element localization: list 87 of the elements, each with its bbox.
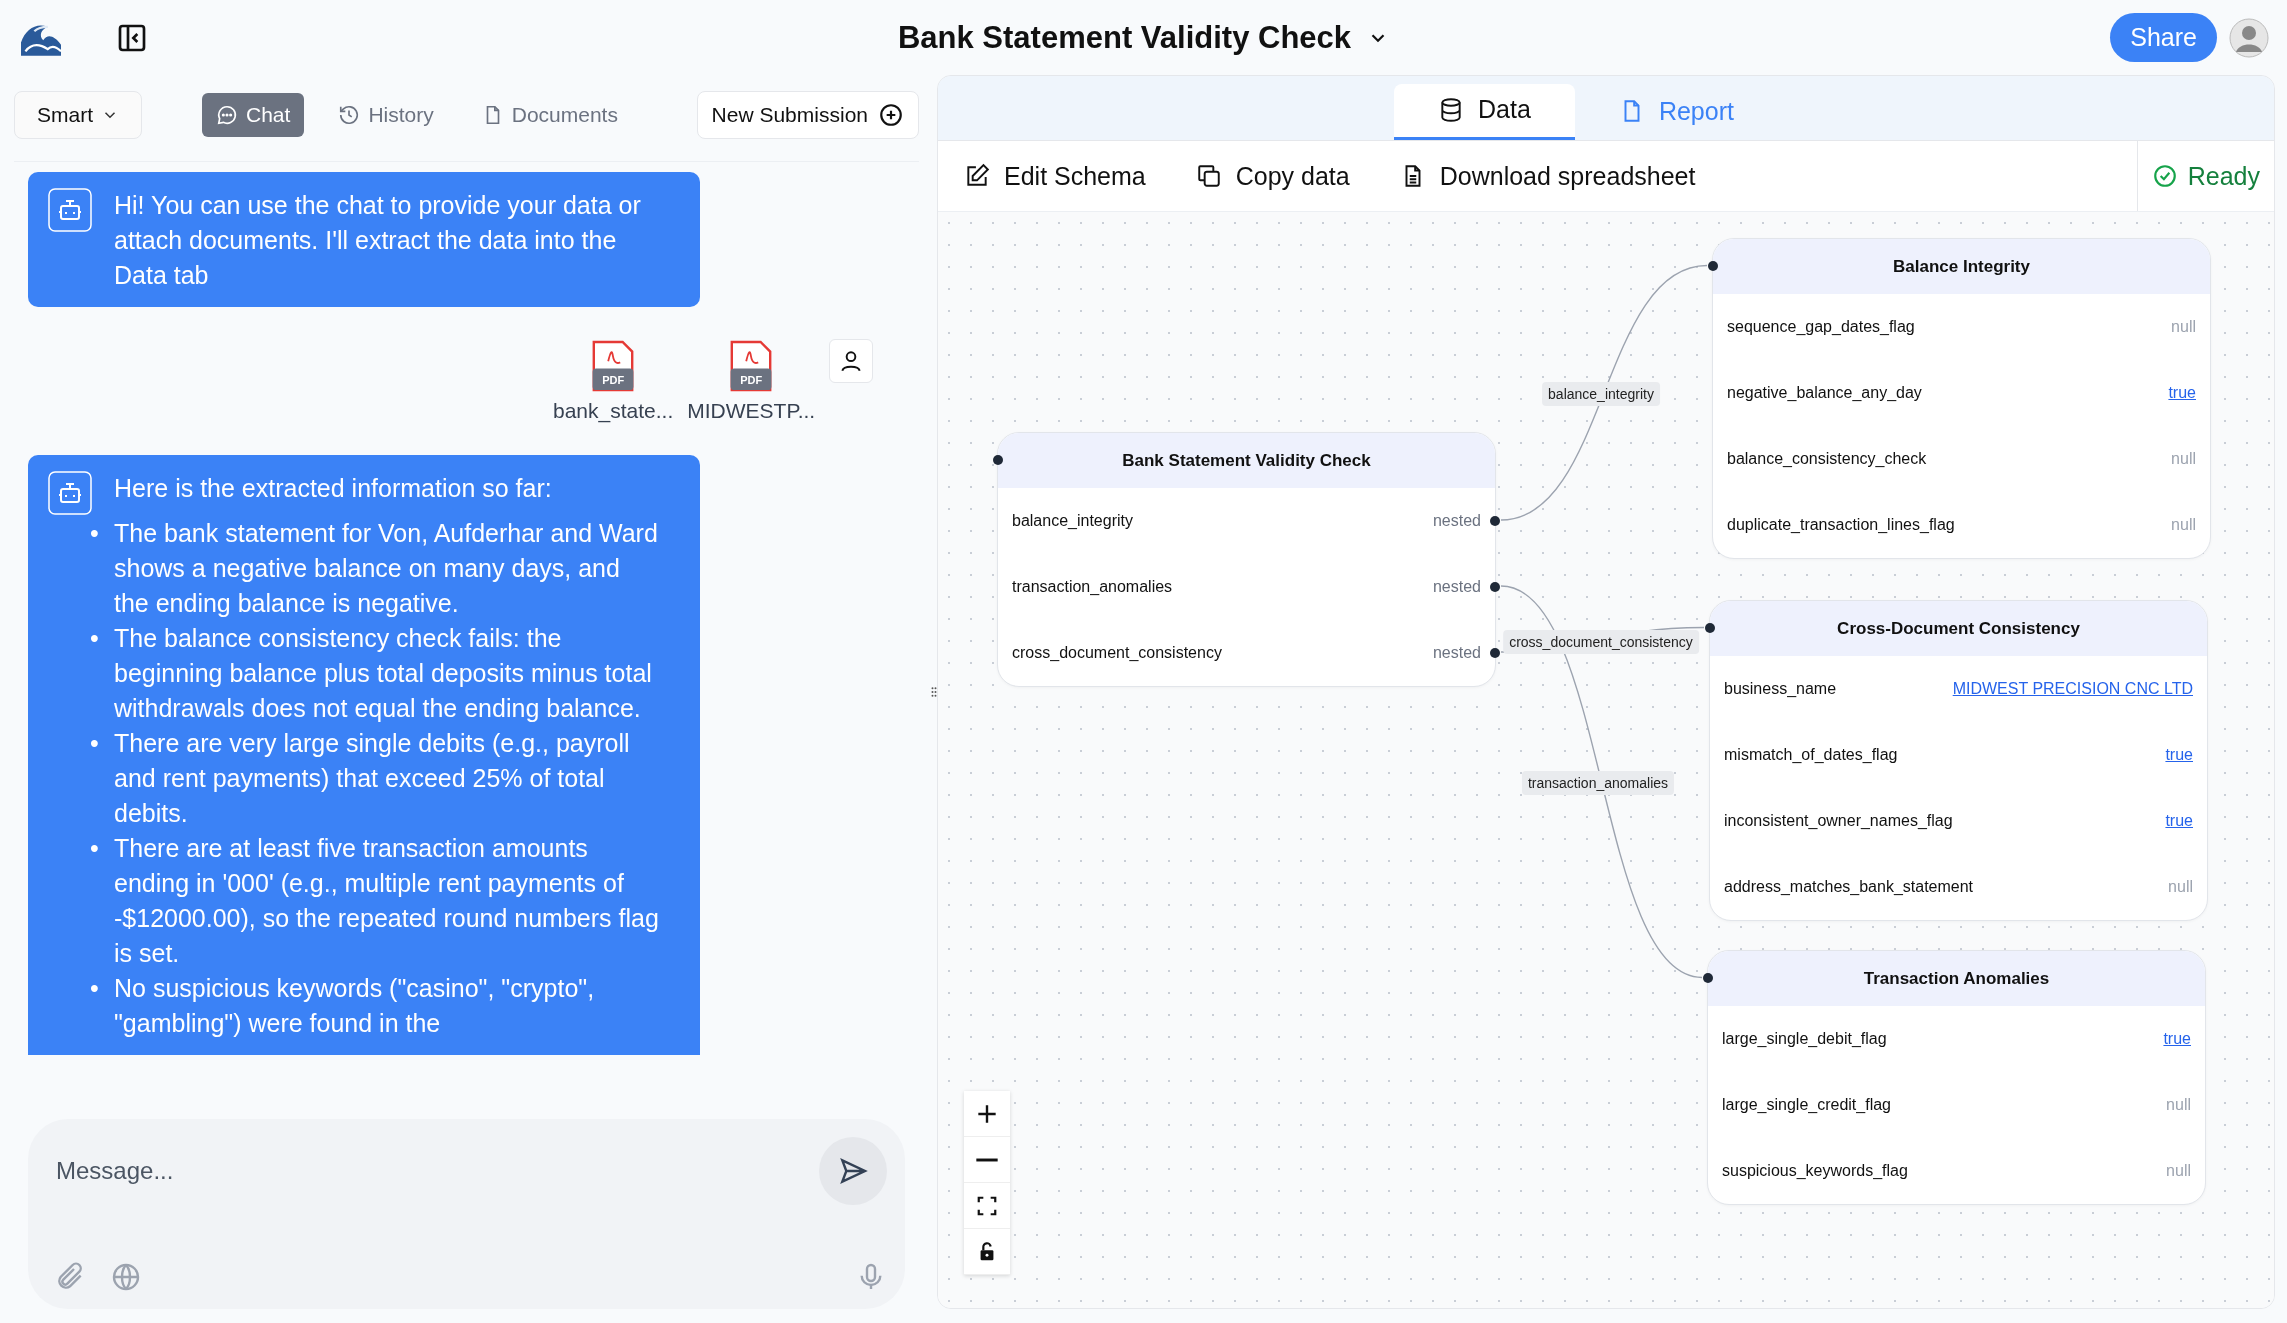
edge-label: cross_document_consistency (1503, 630, 1699, 654)
robot-icon (48, 471, 92, 515)
file-name[interactable]: MIDWESTP... (687, 399, 816, 423)
field-value[interactable]: true (2165, 746, 2193, 764)
port-dot[interactable] (1708, 261, 1718, 271)
share-button[interactable]: Share (2110, 13, 2217, 62)
page-title: Bank Statement Validity Check (897, 19, 1352, 56)
bullet-marker: • (90, 728, 98, 759)
field-name: suspicious_keywords_flag (1722, 1162, 1908, 1180)
lock-button[interactable] (964, 1229, 1010, 1275)
send-icon (837, 1155, 869, 1187)
fit-view-button[interactable] (964, 1183, 1010, 1229)
node-title: Bank Statement Validity Check (998, 433, 1495, 488)
port-dot[interactable] (1703, 973, 1713, 983)
field-name: business_name (1724, 680, 1837, 698)
field-name: mismatch_of_dates_flag (1724, 746, 1898, 764)
field-value[interactable]: true (2168, 384, 2196, 402)
mode-dropdown[interactable]: Smart (14, 91, 142, 139)
port-dot[interactable] (1490, 648, 1500, 658)
field-value: null (2168, 878, 2193, 896)
port-dot[interactable] (1490, 582, 1500, 592)
field-value: null (2171, 516, 2196, 534)
chat-panel-tab[interactable]: History (324, 93, 448, 137)
port-dot[interactable] (1705, 623, 1715, 633)
node-title: Transaction Anomalies (1708, 951, 2205, 1006)
new-submission-button[interactable]: New Submission (696, 91, 919, 139)
message-field[interactable]: Message... (54, 1156, 819, 1186)
bullet-item: There are at least five transaction amounts ending in '000' (e.g., multiple rent payments of -$12000.00), so the repeated round numbers flag is set. (114, 833, 660, 969)
field-value: nested (1432, 644, 1481, 662)
minus-icon (975, 1157, 999, 1162)
field-name: large_single_debit_flag (1722, 1030, 1887, 1048)
avatar-icon[interactable] (2229, 17, 2269, 58)
bullet-item: The balance consistency check fails: the beginning balance plus total deposits minus total withdrawals does not equal the ending balance. (114, 623, 653, 724)
check-circle-icon (2151, 163, 2178, 189)
field-name: address_matches_bank_statement (1724, 878, 1974, 896)
bullet-marker: • (90, 973, 98, 1004)
edge-label: balance_integrity (1542, 382, 1660, 406)
field-name: balance_consistency_check (1727, 450, 1927, 468)
zoom-in-button[interactable] (964, 1091, 1010, 1137)
drag-handle-icon[interactable] (931, 684, 937, 700)
field-name: sequence_gap_dates_flag (1727, 318, 1915, 336)
field-value: null (2166, 1096, 2191, 1114)
fit-view-icon (976, 1194, 998, 1217)
bullet-marker: • (90, 518, 98, 549)
zoom-out-button[interactable] (964, 1137, 1010, 1183)
node-title: Cross-Document Consistency (1710, 601, 2207, 656)
bullet-marker: • (90, 623, 98, 654)
plus-circle-icon (878, 102, 904, 128)
field-name: cross_document_consistency (1012, 644, 1222, 662)
toolbar-action[interactable]: Edit Schema (964, 161, 1146, 191)
file-name[interactable]: bank_state... (553, 399, 674, 423)
toolbar-action[interactable]: Download spreadsheet (1399, 161, 1696, 191)
toolbar-action[interactable]: Copy data (1195, 161, 1350, 191)
chat-panel-tab[interactable]: Chat (202, 93, 305, 137)
edge-label: transaction_anomalies (1521, 771, 1675, 795)
field-value[interactable]: true (2165, 812, 2193, 830)
field-value: null (2171, 318, 2196, 336)
port-dot[interactable] (993, 455, 1003, 465)
bullet-item: The bank statement for Von, Aufderhar and Ward shows a negative balance on many days, and the ending balance is negative. (114, 518, 659, 619)
field-value: null (2166, 1162, 2191, 1180)
message-text: Hi! You can use the chat to provide your data or attach documents. I'll extract the data into the Data tab (114, 190, 642, 291)
field-name: balance_integrity (1012, 512, 1133, 530)
message-text: Here is the extracted information so far: (114, 473, 553, 504)
port-dot[interactable] (1490, 516, 1500, 526)
field-name: transaction_anomalies (1012, 578, 1173, 596)
robot-icon (48, 188, 92, 232)
field-name: inconsistent_owner_names_flag (1724, 812, 1953, 830)
bullet-item: There are very large single debits (e.g., payroll and rent payments) that exceed 25% of total debits. (114, 728, 631, 829)
bullet-item: No suspicious keywords ("casino", "crypto", "gambling") were found in the (114, 973, 596, 1039)
field-name: duplicate_transaction_lines_flag (1727, 516, 1955, 534)
field-value: null (2171, 450, 2196, 468)
field-value[interactable]: true (2163, 1030, 2191, 1048)
copy-icon (1195, 163, 1222, 189)
chat-bubble-icon (216, 104, 238, 126)
field-value: nested (1432, 578, 1481, 596)
user-button[interactable] (829, 339, 874, 383)
field-value: nested (1432, 512, 1481, 530)
chat-panel-tab[interactable]: Documents (467, 93, 632, 137)
status-text: Ready (2187, 161, 2260, 191)
history-icon (338, 104, 361, 126)
field-value[interactable]: MIDWEST PRECISION CNC LTD (1952, 680, 2193, 698)
bullet-marker: • (90, 833, 98, 864)
node-title: Balance Integrity (1713, 239, 2210, 294)
field-name: negative_balance_any_day (1727, 384, 1922, 402)
view-tab[interactable]: Data (1394, 84, 1575, 140)
field-name: large_single_credit_flag (1722, 1096, 1891, 1114)
edit-icon (964, 163, 990, 189)
